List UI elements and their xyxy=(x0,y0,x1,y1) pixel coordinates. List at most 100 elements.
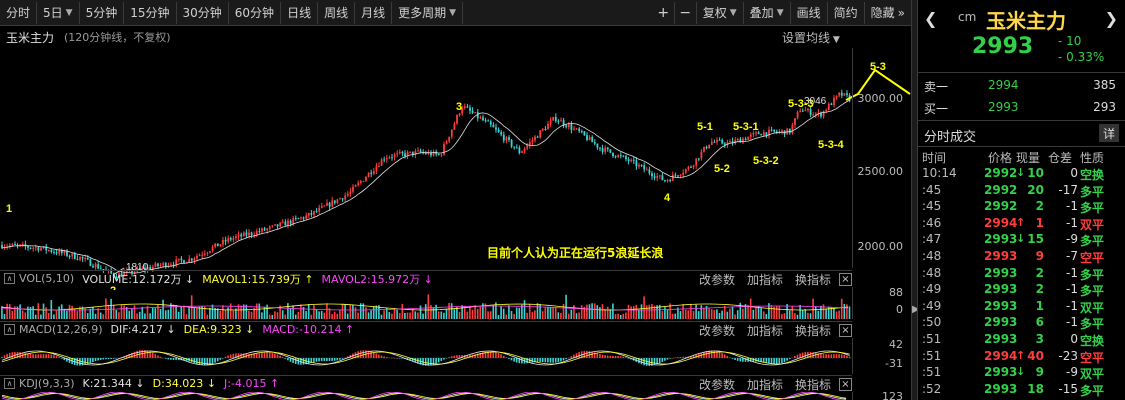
add-indicator-button[interactable]: 加指标 xyxy=(747,271,783,288)
macd-tick-label: 42 xyxy=(889,338,903,351)
hide-button[interactable]: 隐藏» xyxy=(865,2,911,24)
volume-bar xyxy=(794,313,796,319)
trade-time: :45 xyxy=(922,199,942,214)
volume-bar xyxy=(151,307,154,319)
edit-params-button[interactable]: 改参数 xyxy=(699,322,735,339)
ma-setting-button[interactable]: 设置均线 ▼ xyxy=(782,29,840,46)
macd-bar xyxy=(827,354,830,358)
trade-row: :45 2992 20 -17 多平 xyxy=(918,183,1125,200)
candle-body xyxy=(250,232,253,236)
macd-bar xyxy=(53,355,55,358)
volume-bar xyxy=(515,307,518,319)
macd-bar xyxy=(513,358,515,362)
macd-bar xyxy=(671,357,674,359)
macd-bar xyxy=(833,354,835,358)
close-icon[interactable]: × xyxy=(839,272,852,286)
switch-indicator-button[interactable]: 换指标 xyxy=(795,271,831,288)
macd-bar xyxy=(765,358,768,364)
macd-bar xyxy=(848,356,851,358)
trade-price: 2994 xyxy=(984,348,1018,363)
volume-bar xyxy=(648,304,651,319)
candle-body xyxy=(814,113,817,115)
volume-bar xyxy=(76,311,79,319)
close-icon[interactable]: × xyxy=(839,323,852,337)
zoom-in-button[interactable]: + xyxy=(653,1,675,24)
add-indicator-button[interactable]: 加指标 xyxy=(747,322,783,339)
candle-body xyxy=(653,176,656,178)
candle-body xyxy=(500,132,503,135)
simple-mode-button[interactable]: 简约 xyxy=(828,1,865,24)
macd-bar xyxy=(99,358,102,360)
macd-bar xyxy=(778,358,781,364)
period-5day-button[interactable]: 5日 ▼ xyxy=(37,1,80,24)
period-daily-button[interactable]: 日线 xyxy=(281,1,319,24)
switch-indicator-button[interactable]: 换指标 xyxy=(795,376,831,393)
candle-body xyxy=(34,247,37,249)
period-15min-button[interactable]: 15分钟 xyxy=(124,1,177,24)
period-30min-button[interactable]: 30分钟 xyxy=(177,1,229,24)
adjust-dropdown[interactable]: 复权 ▼ xyxy=(697,1,744,24)
volume-bar xyxy=(336,313,339,319)
chevron-right-icon[interactable]: ❯ xyxy=(1105,9,1118,28)
volume-bar xyxy=(183,305,185,319)
candle-body xyxy=(333,200,336,203)
candle-body xyxy=(487,120,490,122)
macd-bar xyxy=(388,357,391,358)
trade-row: :48 2993 2 -1 多平 xyxy=(918,266,1125,283)
candle-body xyxy=(744,138,747,140)
volume-bar xyxy=(287,303,289,319)
macd-bar xyxy=(164,358,167,359)
candle-body xyxy=(560,120,562,122)
candle-body xyxy=(32,247,35,249)
collapse-toggle[interactable]: ∧ xyxy=(4,378,15,389)
candle-body xyxy=(838,92,841,96)
close-icon[interactable]: × xyxy=(839,377,852,391)
switch-indicator-button[interactable]: 换指标 xyxy=(795,322,831,339)
add-indicator-button[interactable]: 加指标 xyxy=(747,376,783,393)
candle-body xyxy=(495,127,497,130)
edit-params-button[interactable]: 改参数 xyxy=(699,376,735,393)
candlestick-chart[interactable]: 12345-15-25-3-15-3-25-3-35-3-45-35-45181… xyxy=(0,48,911,290)
zoom-out-button[interactable]: − xyxy=(675,1,697,24)
overlay-dropdown[interactable]: 叠加 ▼ xyxy=(744,1,791,24)
period-60min-button[interactable]: 60分钟 xyxy=(229,1,282,24)
period-weekly-button[interactable]: 周线 xyxy=(318,1,356,24)
volume-bar xyxy=(736,310,739,319)
draw-line-button[interactable]: 画线 xyxy=(791,1,828,24)
collapse-toggle[interactable]: ∧ xyxy=(4,273,15,284)
more-periods-dropdown[interactable]: 更多周期 ▼ xyxy=(392,1,464,24)
period-monthly-button[interactable]: 月线 xyxy=(355,1,393,24)
ask-row: 卖一 2994 385 xyxy=(918,75,1125,95)
bid-label: 买一 xyxy=(924,102,949,116)
volume-bar xyxy=(726,311,729,319)
macd-bar xyxy=(838,354,840,358)
period-intraday-button[interactable]: 分时 xyxy=(0,1,38,24)
trade-time: :51 xyxy=(922,348,942,363)
macd-bar xyxy=(775,358,778,365)
period-5min-button[interactable]: 5分钟 xyxy=(80,1,125,24)
volume-bar xyxy=(177,311,180,319)
volume-bar xyxy=(424,304,427,319)
candle-body xyxy=(703,146,705,152)
candle-body xyxy=(531,140,534,142)
volume-bar xyxy=(19,304,21,319)
macd-bar xyxy=(175,358,177,361)
edit-params-button[interactable]: 改参数 xyxy=(699,271,735,288)
volume-bar xyxy=(822,304,825,319)
candle-body xyxy=(313,210,315,215)
macd-bar xyxy=(326,358,328,361)
chevron-left-icon[interactable]: ❮ xyxy=(924,9,937,28)
candle-body xyxy=(201,254,204,256)
trades-detail-button[interactable]: 详 xyxy=(1099,124,1119,142)
trade-volume: 1 xyxy=(1035,215,1044,230)
last-price: 2993 xyxy=(972,34,1034,59)
macd-bar xyxy=(599,353,601,358)
macd-bar xyxy=(661,358,664,362)
candle-body xyxy=(63,251,66,254)
candle-body xyxy=(224,239,227,242)
collapse-toggle[interactable]: ∧ xyxy=(4,324,15,335)
volume-bar xyxy=(508,305,510,319)
candle-body xyxy=(339,198,341,200)
volume-bar xyxy=(690,303,692,319)
trade-price: 2993 xyxy=(984,332,1018,346)
